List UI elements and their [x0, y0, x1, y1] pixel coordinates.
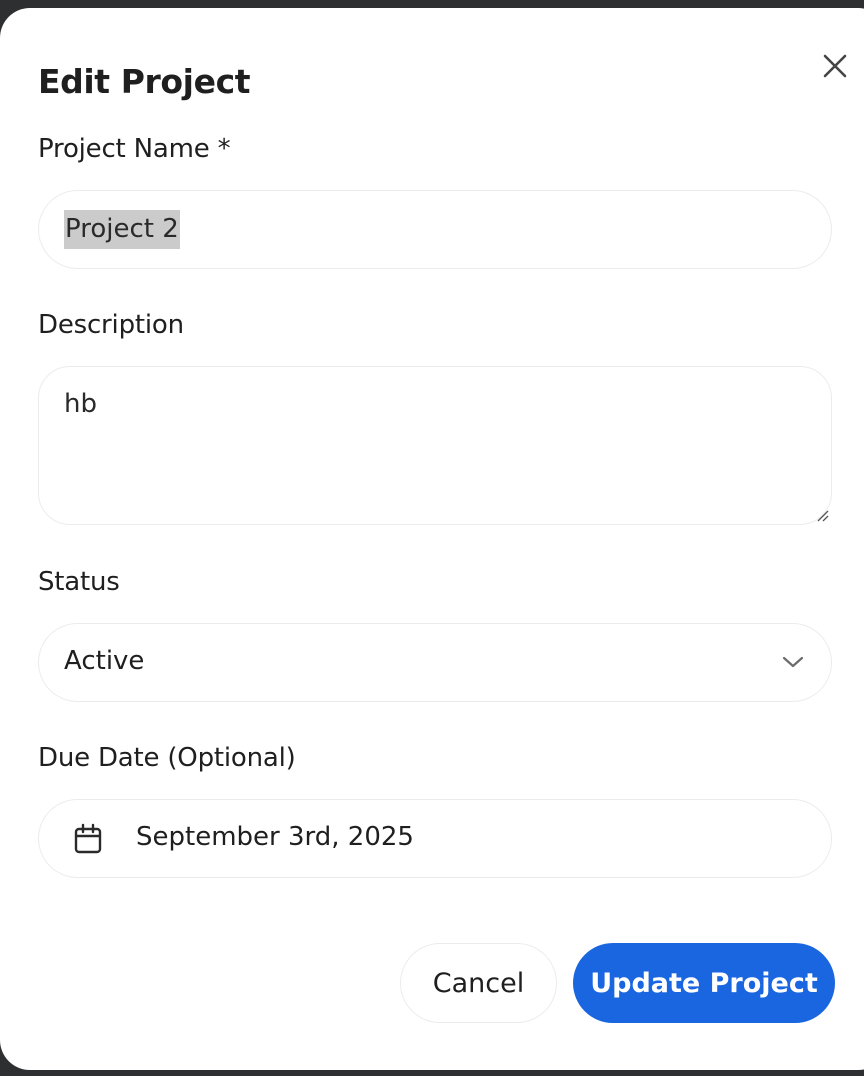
- project-name-input[interactable]: Project 2: [38, 190, 832, 269]
- description-value: hb: [64, 389, 97, 419]
- description-label: Description: [38, 310, 184, 340]
- due-date-label: Due Date (Optional): [38, 743, 296, 773]
- edit-project-dialog: Edit Project Project Name * Project 2 De…: [0, 8, 864, 1070]
- dialog-title: Edit Project: [38, 62, 251, 101]
- update-project-button[interactable]: Update Project: [573, 943, 835, 1023]
- description-textarea[interactable]: hb: [38, 366, 832, 525]
- resize-handle-icon[interactable]: [815, 508, 829, 522]
- status-selected-value: Active: [64, 646, 145, 676]
- close-button[interactable]: [821, 52, 849, 80]
- project-name-value: Project 2: [64, 210, 180, 249]
- cancel-button[interactable]: Cancel: [400, 943, 557, 1023]
- close-icon: [823, 54, 847, 78]
- status-label: Status: [38, 567, 120, 597]
- due-date-picker[interactable]: September 3rd, 2025: [38, 799, 832, 878]
- chevron-down-icon: [782, 656, 804, 668]
- calendar-icon: [74, 823, 102, 854]
- due-date-value: September 3rd, 2025: [136, 822, 414, 852]
- status-select[interactable]: Active: [38, 623, 832, 702]
- project-name-label: Project Name *: [38, 134, 231, 164]
